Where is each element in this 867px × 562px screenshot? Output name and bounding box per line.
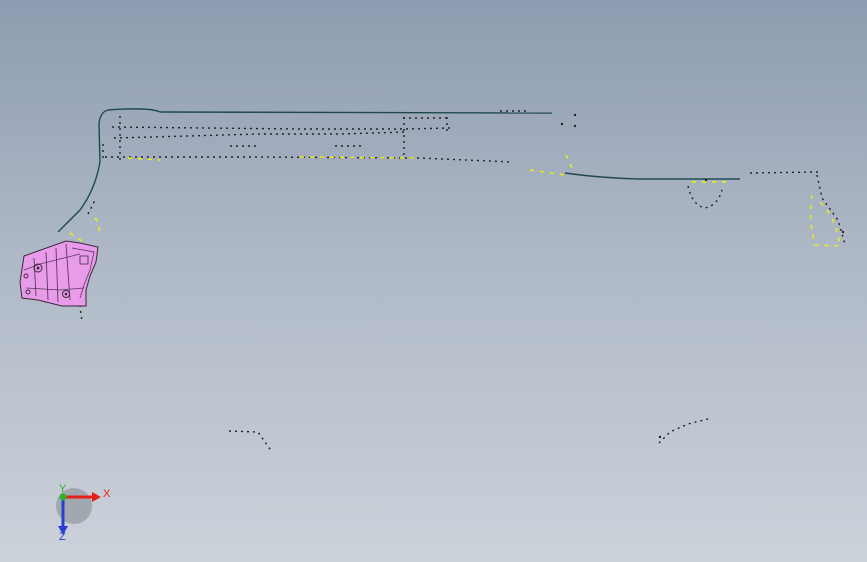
reference-triad: X Y Z	[56, 483, 111, 543]
selected-edges[interactable]	[69, 154, 841, 247]
sketch-points	[560, 113, 845, 439]
triad-y-label: Y	[59, 483, 67, 495]
graphics-viewport[interactable]: X Y Z	[0, 0, 867, 562]
triad-x-label: X	[103, 488, 111, 500]
rail-lower-section	[564, 172, 740, 180]
triad-x-arrow	[92, 492, 101, 502]
bracket-part[interactable]	[19, 240, 99, 307]
rail-dotted-edges	[79, 110, 846, 453]
rail-top-edge	[159, 111, 553, 114]
model-canvas[interactable]: X Y Z	[0, 0, 867, 562]
rail-left-corner	[57, 108, 161, 233]
triad-z-label: Z	[59, 531, 66, 543]
